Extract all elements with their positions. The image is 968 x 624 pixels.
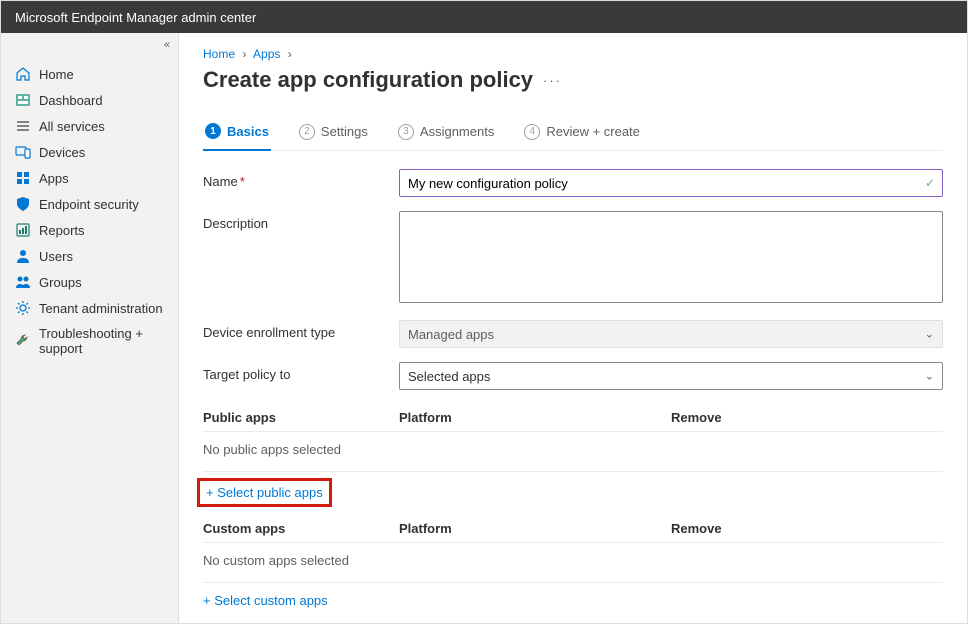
description-textarea[interactable] xyxy=(399,211,943,303)
sidebar-item-label: Devices xyxy=(39,145,85,160)
checkmark-icon: ✓ xyxy=(925,176,935,190)
wrench-icon xyxy=(15,333,31,349)
sidebar-item-label: Endpoint security xyxy=(39,197,139,212)
public-apps-section: Public apps Platform Remove No public ap… xyxy=(203,404,943,511)
name-input[interactable] xyxy=(399,169,943,197)
breadcrumb-home[interactable]: Home xyxy=(203,47,235,61)
sidebar-collapse-icon[interactable]: « xyxy=(164,39,170,51)
chevron-right-icon: › xyxy=(242,47,246,61)
device-enrollment-type-select: Managed apps ⌄ xyxy=(399,320,943,348)
chevron-down-icon: ⌄ xyxy=(925,328,934,341)
more-actions-icon[interactable]: ··· xyxy=(543,73,562,88)
custom-apps-section: Custom apps Platform Remove No custom ap… xyxy=(203,515,943,610)
select-custom-apps-link[interactable]: + Select custom apps xyxy=(203,593,328,608)
sidebar-item-groups[interactable]: Groups xyxy=(1,269,178,295)
sidebar-item-label: All services xyxy=(39,119,105,134)
sidebar-item-label: Tenant administration xyxy=(39,301,163,316)
column-header-platform: Platform xyxy=(399,410,671,425)
breadcrumb: Home › Apps › xyxy=(203,47,943,61)
tab-label: Review + create xyxy=(546,124,640,139)
sidebar-item-dashboard[interactable]: Dashboard xyxy=(1,87,178,113)
tab-assignments[interactable]: 3 Assignments xyxy=(396,117,496,150)
sidebar-item-apps[interactable]: Apps xyxy=(1,165,178,191)
sidebar-item-tenant-admin[interactable]: Tenant administration xyxy=(1,295,178,321)
description-label: Description xyxy=(203,211,399,231)
step-number-icon: 3 xyxy=(398,124,414,140)
sidebar-item-devices[interactable]: Devices xyxy=(1,139,178,165)
page-title: Create app configuration policy xyxy=(203,67,533,93)
device-enrollment-type-label: Device enrollment type xyxy=(203,320,399,340)
column-header-remove: Remove xyxy=(671,521,943,536)
select-public-apps-link[interactable]: + Select public apps xyxy=(206,485,323,500)
reports-icon xyxy=(15,222,31,238)
sidebar-item-endpoint-security[interactable]: Endpoint security xyxy=(1,191,178,217)
annotation-highlight: + Select public apps xyxy=(197,478,332,507)
step-number-icon: 2 xyxy=(299,124,315,140)
select-value: Managed apps xyxy=(408,327,494,342)
column-header-public-apps: Public apps xyxy=(203,410,399,425)
public-apps-empty-text: No public apps selected xyxy=(203,432,943,472)
step-number-icon: 1 xyxy=(205,123,221,139)
sidebar-item-label: Home xyxy=(39,67,74,82)
column-header-remove: Remove xyxy=(671,410,943,425)
topbar-title: Microsoft Endpoint Manager admin center xyxy=(15,10,256,25)
breadcrumb-apps[interactable]: Apps xyxy=(253,47,280,61)
sidebar-item-all-services[interactable]: All services xyxy=(1,113,178,139)
select-value: Selected apps xyxy=(408,369,490,384)
target-policy-to-select[interactable]: Selected apps ⌄ xyxy=(399,362,943,390)
custom-apps-empty-text: No custom apps selected xyxy=(203,543,943,583)
apps-icon xyxy=(15,170,31,186)
target-policy-to-label: Target policy to xyxy=(203,362,399,382)
shield-icon xyxy=(15,196,31,212)
tab-label: Settings xyxy=(321,124,368,139)
sidebar-item-label: Reports xyxy=(39,223,85,238)
dashboard-icon xyxy=(15,92,31,108)
devices-icon xyxy=(15,144,31,160)
home-icon xyxy=(15,66,31,82)
sidebar-item-label: Apps xyxy=(39,171,69,186)
chevron-down-icon: ⌄ xyxy=(925,370,934,383)
sidebar-item-home[interactable]: Home xyxy=(1,61,178,87)
sidebar-item-label: Groups xyxy=(39,275,82,290)
topbar: Microsoft Endpoint Manager admin center xyxy=(1,1,967,33)
tab-review-create[interactable]: 4 Review + create xyxy=(522,117,642,150)
sidebar-item-label: Users xyxy=(39,249,73,264)
sidebar-item-reports[interactable]: Reports xyxy=(1,217,178,243)
sidebar: « Home Dashboard All services Devices Ap… xyxy=(1,33,179,623)
step-number-icon: 4 xyxy=(524,124,540,140)
column-header-platform: Platform xyxy=(399,521,671,536)
chevron-right-icon: › xyxy=(288,47,292,61)
tab-basics[interactable]: 1 Basics xyxy=(203,117,271,151)
groups-icon xyxy=(15,274,31,290)
sidebar-item-users[interactable]: Users xyxy=(1,243,178,269)
tab-label: Basics xyxy=(227,124,269,139)
sidebar-item-troubleshooting[interactable]: Troubleshooting + support xyxy=(1,321,178,361)
wizard-tabs: 1 Basics 2 Settings 3 Assignments 4 Revi… xyxy=(203,117,943,151)
sidebar-item-label: Troubleshooting + support xyxy=(39,326,164,356)
sidebar-item-label: Dashboard xyxy=(39,93,103,108)
column-header-custom-apps: Custom apps xyxy=(203,521,399,536)
user-icon xyxy=(15,248,31,264)
tab-label: Assignments xyxy=(420,124,494,139)
main-content: Home › Apps › Create app configuration p… xyxy=(179,33,967,623)
name-label: Name* xyxy=(203,169,399,189)
list-icon xyxy=(15,118,31,134)
tab-settings[interactable]: 2 Settings xyxy=(297,117,370,150)
gear-icon xyxy=(15,300,31,316)
